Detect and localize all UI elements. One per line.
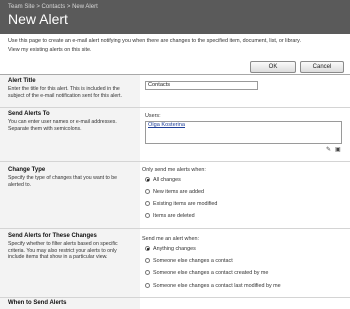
change-type-prompt: Only send me alerts when:: [142, 167, 206, 173]
breadcrumb-contacts[interactable]: Contacts: [42, 4, 66, 10]
breadcrumb-separator: >: [66, 4, 71, 10]
radio-icon[interactable]: [145, 258, 150, 263]
address-book-icon[interactable]: ▣: [335, 146, 341, 153]
check-names-icon[interactable]: ✎: [326, 146, 331, 153]
option-label: New items are added: [153, 189, 204, 195]
send-alerts-changes-left: [0, 229, 140, 297]
breadcrumb-current: New Alert: [72, 4, 98, 10]
alert-title-heading: Alert Title: [8, 78, 36, 84]
send-alerts-changes-prompt: Send me an alert when:: [142, 236, 199, 242]
users-input[interactable]: Olga Kosterina: [145, 121, 342, 144]
radio-icon[interactable]: [145, 201, 150, 206]
option-label: All changes: [153, 177, 181, 183]
radio-icon[interactable]: [145, 283, 150, 288]
radio-icon[interactable]: [145, 189, 150, 194]
view-alerts-link[interactable]: View my existing alerts on this site.: [8, 47, 92, 53]
alert-title-description: Enter the title for this alert. This is …: [8, 86, 122, 99]
change-option-deleted[interactable]: Items are deleted: [145, 213, 195, 220]
radio-icon[interactable]: [145, 213, 150, 218]
change-option-modified[interactable]: Existing items are modified: [145, 201, 217, 208]
filter-option-created-by-me[interactable]: Someone else changes a contact created b…: [145, 270, 268, 277]
send-alerts-changes-heading: Send Alerts for These Changes: [8, 233, 97, 239]
users-label: Users:: [145, 113, 161, 119]
filter-option-anything[interactable]: Anything changes: [145, 246, 196, 253]
alert-title-input[interactable]: Contacts: [145, 81, 258, 90]
radio-icon[interactable]: [145, 177, 150, 182]
option-label: Someone else changes a contact: [153, 258, 233, 264]
option-label: Existing items are modified: [153, 201, 218, 207]
ok-button[interactable]: OK: [250, 61, 296, 73]
radio-icon[interactable]: [145, 270, 150, 275]
breadcrumb-team-site[interactable]: Team Site: [8, 4, 35, 10]
radio-icon[interactable]: [145, 246, 150, 251]
change-option-all[interactable]: All changes: [145, 177, 181, 184]
user-entry[interactable]: Olga Kosterina: [148, 122, 185, 128]
cancel-button[interactable]: Cancel: [300, 61, 344, 73]
breadcrumb: Team Site > Contacts > New Alert: [8, 4, 98, 10]
option-label: Items are deleted: [153, 213, 195, 219]
breadcrumb-separator: >: [36, 4, 40, 10]
send-alerts-changes-description: Specify whether to filter alerts based o…: [8, 241, 118, 261]
intro-text: Use this page to create an e-mail alert …: [8, 38, 301, 44]
page-title: New Alert: [8, 11, 68, 27]
filter-option-modified-by-me[interactable]: Someone else changes a contact last modi…: [145, 283, 281, 290]
option-label: Someone else changes a contact created b…: [153, 270, 269, 276]
change-type-description: Specify the type of changes that you wan…: [8, 175, 118, 188]
send-alerts-to-description: You can enter user names or e-mail addre…: [8, 119, 117, 132]
page-header: Team Site > Contacts > New Alert New Ale…: [0, 0, 350, 34]
option-label: Anything changes: [153, 246, 196, 252]
filter-option-someone-else[interactable]: Someone else changes a contact: [145, 258, 233, 265]
change-type-heading: Change Type: [8, 167, 46, 173]
option-label: Someone else changes a contact last modi…: [153, 283, 281, 289]
send-alerts-to-heading: Send Alerts To: [8, 111, 50, 117]
change-option-added[interactable]: New items are added: [145, 189, 204, 196]
when-to-send-heading: When to Send Alerts: [8, 300, 67, 306]
